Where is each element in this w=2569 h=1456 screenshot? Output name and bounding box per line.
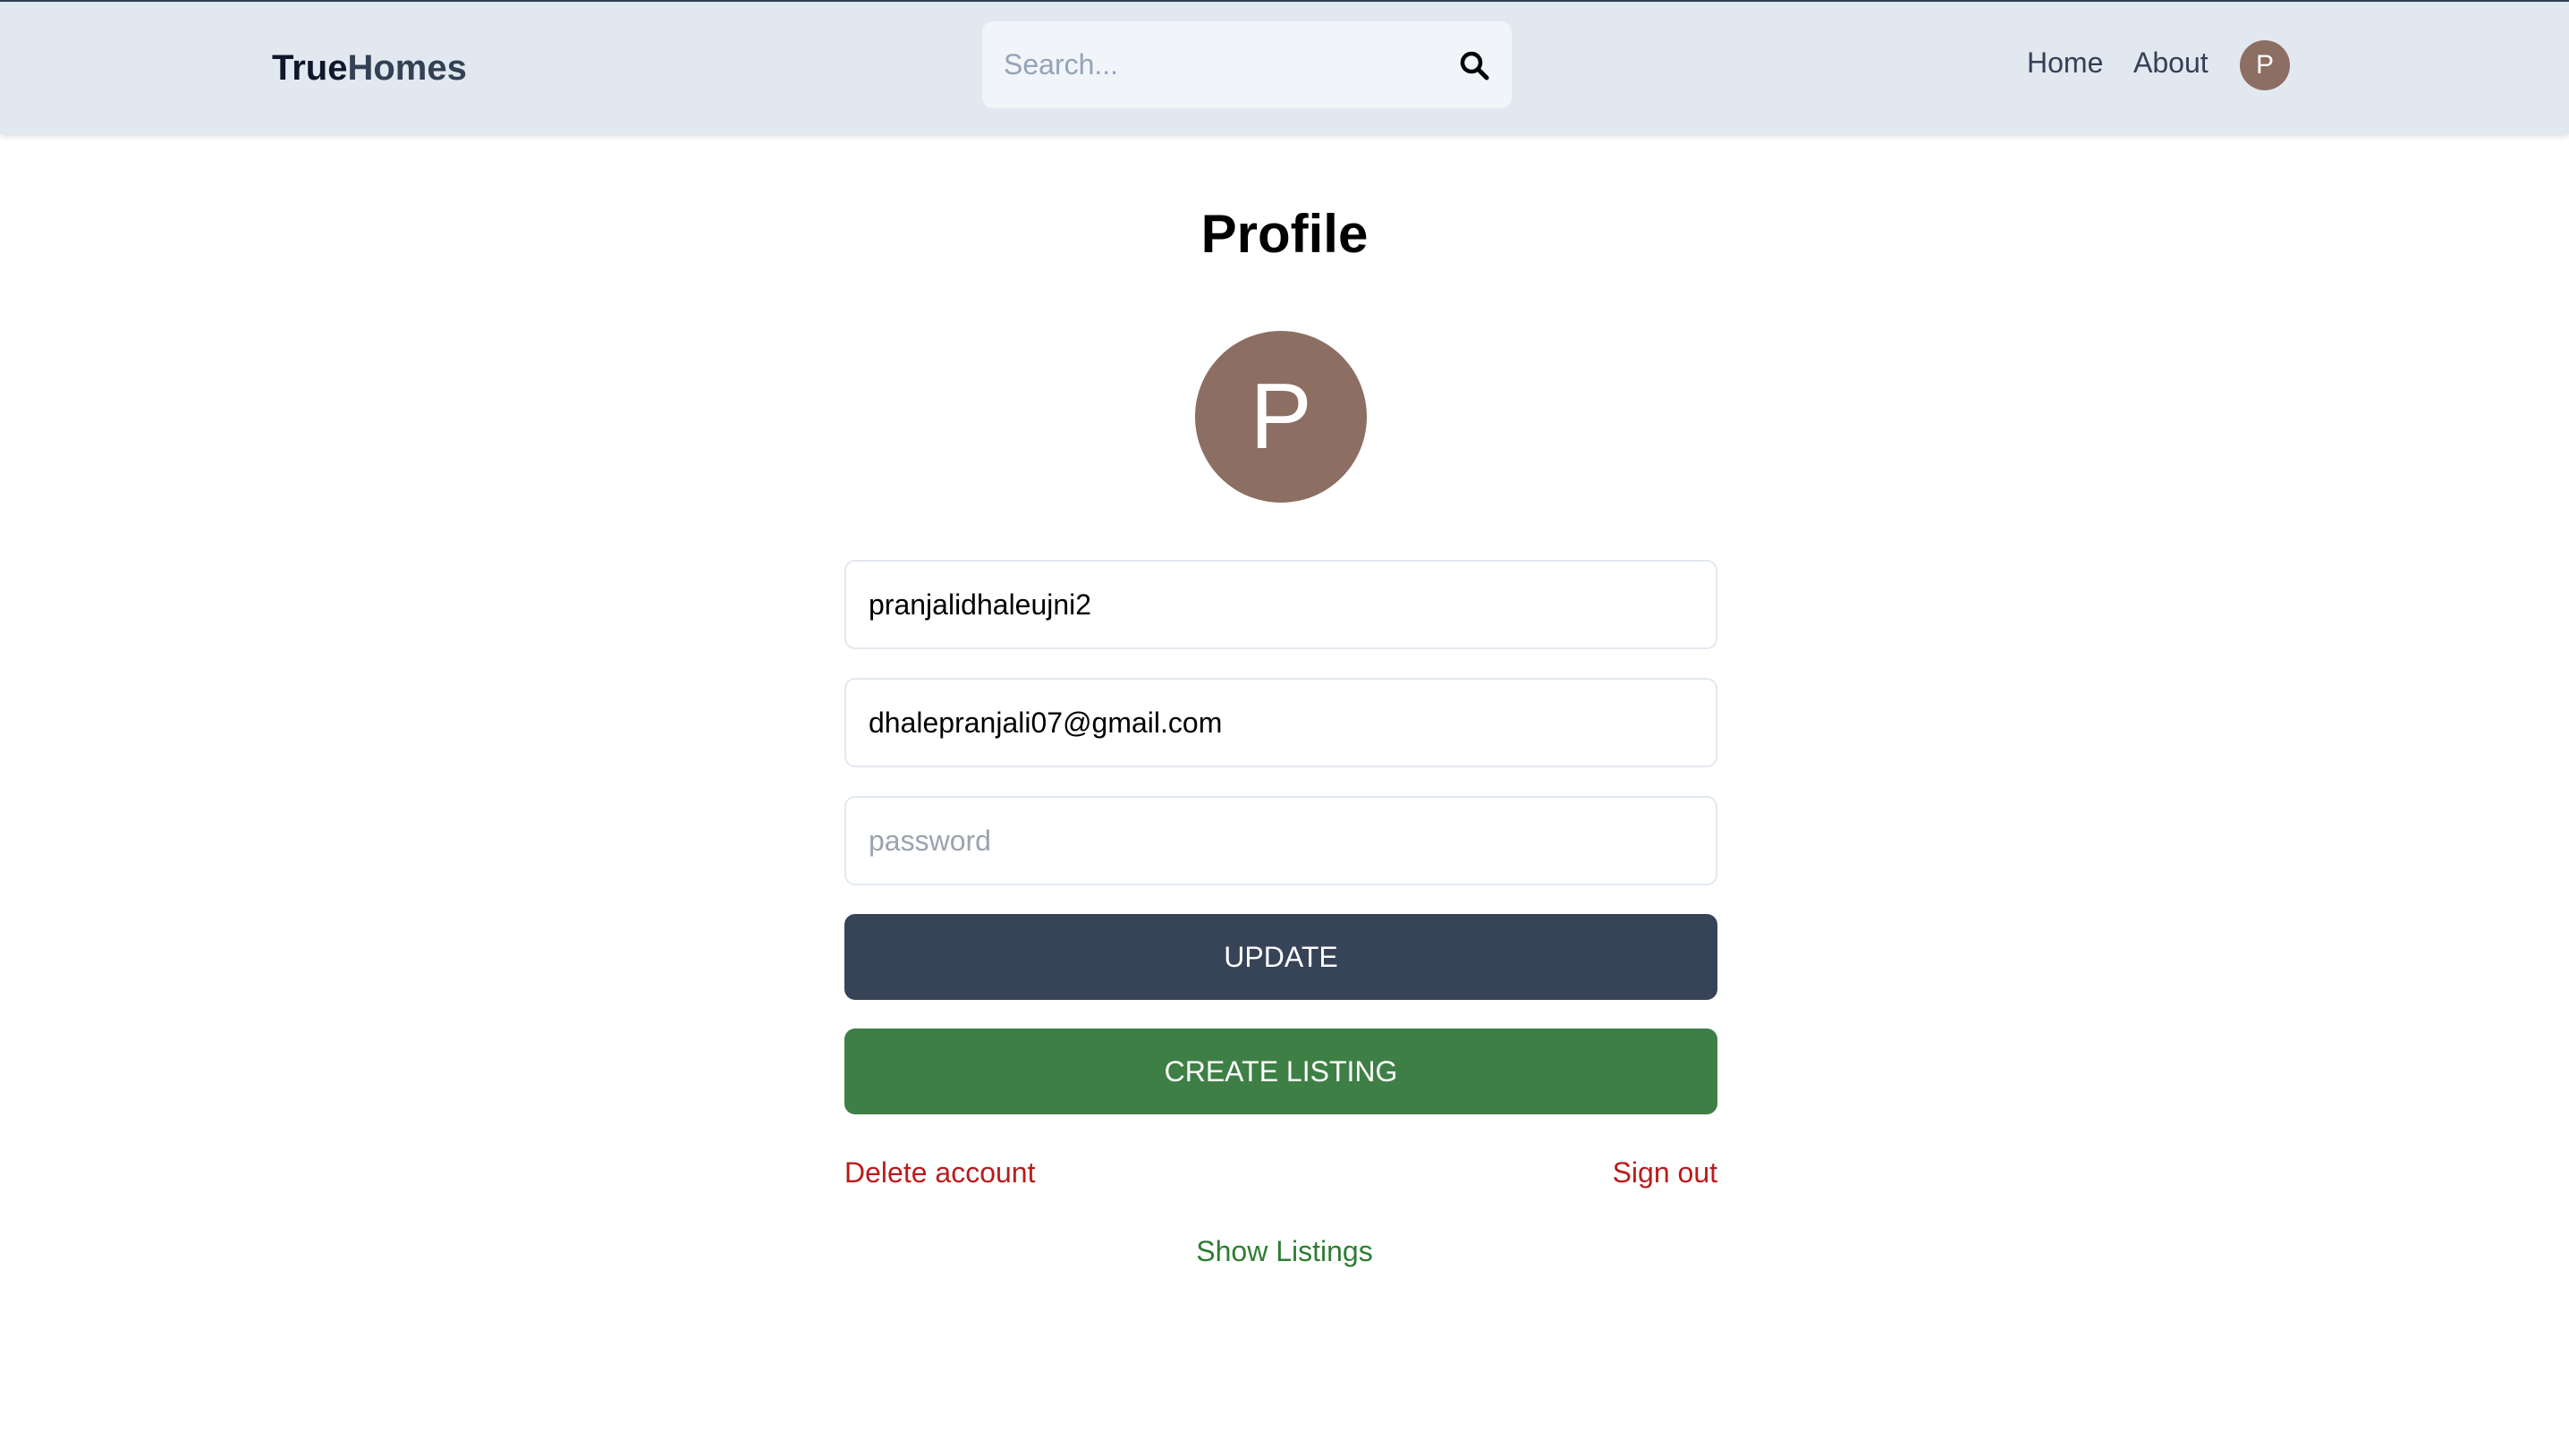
nav-about-link[interactable]: About xyxy=(2133,45,2209,80)
profile-avatar[interactable]: P xyxy=(1195,331,1367,503)
password-field[interactable] xyxy=(844,796,1717,885)
update-button[interactable]: UPDATE xyxy=(844,914,1717,1000)
nav-home-link[interactable]: Home xyxy=(2027,45,2103,80)
header-avatar[interactable]: P xyxy=(2240,40,2290,90)
logo[interactable]: TrueHomes xyxy=(272,45,467,91)
search-box xyxy=(982,21,1512,108)
show-listings-link: Show Listings xyxy=(0,1233,2569,1269)
logo-part-true: True xyxy=(272,48,348,88)
create-listing-button[interactable]: CREATE LISTING xyxy=(844,1029,1717,1114)
show-listings-label[interactable]: Show Listings xyxy=(1196,1235,1372,1267)
search-icon[interactable] xyxy=(1458,49,1490,81)
email-field[interactable] xyxy=(844,678,1717,767)
page-title: Profile xyxy=(1200,204,1369,264)
logo-part-homes: Homes xyxy=(347,48,467,88)
username-field[interactable] xyxy=(844,560,1717,649)
delete-account-link[interactable]: Delete account xyxy=(844,1155,1035,1190)
search-input[interactable] xyxy=(982,21,1447,108)
sign-out-link[interactable]: Sign out xyxy=(1613,1155,1717,1190)
